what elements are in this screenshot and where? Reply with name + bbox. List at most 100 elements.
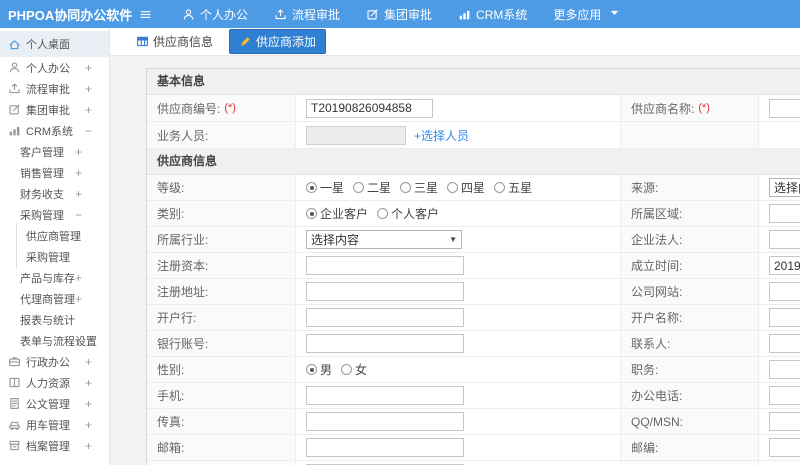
form-field-cell	[759, 331, 800, 356]
category-radio-option[interactable]: 个人客户	[377, 205, 439, 222]
sidebar-item-reports-stats[interactable]: 报表与统计	[0, 309, 109, 330]
industry-select[interactable]: 选择内容 ▼	[306, 230, 462, 249]
sidebar-item-desktop[interactable]: 个人桌面	[0, 31, 109, 57]
qq-msn-input[interactable]	[769, 412, 800, 431]
radio-label: 五星	[508, 181, 533, 195]
expand-icon[interactable]: +	[75, 187, 82, 201]
sidebar-item-workflow-approval[interactable]: 流程审批 +	[0, 78, 109, 99]
expand-icon[interactable]: +	[85, 439, 92, 453]
expand-icon[interactable]: +	[75, 271, 82, 285]
sidebar-item-purchase-mgmt[interactable]: 采购管理 −	[0, 204, 109, 225]
sidebar-item-archive-mgmt[interactable]: 档案管理 +	[0, 435, 109, 456]
menu-toggle[interactable]	[132, 8, 158, 21]
topnav-item-personal-office[interactable]: 个人办公	[182, 6, 248, 23]
expand-icon[interactable]: +	[75, 292, 82, 306]
level-radio-option[interactable]: 一星	[306, 179, 344, 196]
expand-icon[interactable]: +	[75, 334, 82, 348]
collapse-icon[interactable]: −	[75, 208, 82, 222]
office-phone-input[interactable]	[769, 386, 800, 405]
supplier-code-input[interactable]	[306, 98, 433, 118]
sidebar-item-crm-system[interactable]: CRM系统 −	[0, 120, 109, 141]
level-radio-option[interactable]: 三星	[400, 179, 438, 196]
level-radio-option[interactable]: 二星	[353, 179, 391, 196]
website-input[interactable]	[769, 282, 800, 301]
level-radio-option[interactable]: 四星	[447, 179, 485, 196]
expand-icon[interactable]: +	[85, 82, 92, 96]
registered-address-input[interactable]	[306, 282, 464, 301]
zip-input[interactable]	[769, 438, 800, 457]
founded-date-input[interactable]	[769, 256, 800, 275]
expand-icon[interactable]: +	[85, 397, 92, 411]
expand-icon[interactable]: +	[85, 418, 92, 432]
sidebar-item-customer-mgmt[interactable]: 客户管理 +	[0, 141, 109, 162]
form-label-cell	[621, 461, 759, 465]
bank-input[interactable]	[306, 308, 464, 327]
account-name-input[interactable]	[769, 308, 800, 327]
field-label: 供应商编号:	[157, 101, 221, 116]
expand-icon[interactable]: +	[85, 61, 92, 75]
email-input[interactable]	[306, 438, 464, 457]
sidebar-item-admin-office[interactable]: 行政办公 +	[0, 351, 109, 372]
topnav-item-crm-system[interactable]: CRM系统	[458, 6, 527, 23]
radio-label: 三星	[414, 181, 439, 195]
form-row: 业务人员: +选择人员	[147, 122, 800, 149]
staff-input[interactable]	[306, 125, 406, 145]
sidebar-item-sales-mgmt[interactable]: 销售管理 +	[0, 162, 109, 183]
level-radio-option[interactable]: 五星	[494, 179, 532, 196]
radio-label: 二星	[367, 181, 392, 195]
sidebar-item-personal-office[interactable]: 个人办公 +	[0, 57, 109, 78]
form-label-cell: 职务:	[621, 357, 759, 382]
mobile-input[interactable]	[306, 386, 464, 405]
sidebar-item-human-resources[interactable]: 人力资源 +	[0, 372, 109, 393]
gender-radio-option[interactable]: 男	[306, 361, 332, 378]
sidebar: 个人桌面 个人办公 + 流程审批 + 集团审批 + CRM系统 − 客户管理 + 销售管理 + 财务收支 +…	[0, 28, 110, 465]
job-title-input[interactable]	[769, 360, 800, 379]
topnav-item-workflow-approval[interactable]: 流程审批	[274, 6, 340, 23]
tab-supplier-add[interactable]: 供应商添加	[229, 29, 327, 54]
tab-supplier-info[interactable]: 供应商信息	[130, 30, 219, 53]
sidebar-item-finance[interactable]: 财务收支 +	[0, 183, 109, 204]
form-label-cell: 银行账号:	[147, 331, 296, 356]
contact-input[interactable]	[769, 334, 800, 353]
expand-icon[interactable]: +	[75, 166, 82, 180]
form-row: 传真: QQ/MSN:	[147, 409, 800, 435]
sidebar-item-agent-mgmt[interactable]: 代理商管理 +	[0, 288, 109, 309]
expand-icon[interactable]: +	[75, 145, 82, 159]
collapse-icon[interactable]: −	[85, 124, 92, 138]
sidebar-item-form-workflow-settings[interactable]: 表单与流程设置 +	[0, 330, 109, 351]
pick-person-link[interactable]: +选择人员	[414, 127, 469, 144]
sidebar-item-vehicle-mgmt[interactable]: 用车管理 +	[0, 414, 109, 435]
supplier-name-input[interactable]	[769, 98, 800, 118]
expand-icon[interactable]: +	[85, 103, 92, 117]
app-logo: PHPOA协同办公软件	[8, 7, 133, 23]
sidebar-item-label: 用车管理	[26, 419, 70, 432]
fax-input[interactable]	[306, 412, 464, 431]
form-section: 供应商信息等级:一星二星三星四星五星来源:选择内容▼类别:企业客户个人客户所属区…	[147, 149, 800, 465]
topnav-item-more-apps[interactable]: 更多应用	[553, 6, 621, 23]
form-label-cell: 企业法人:	[621, 227, 759, 252]
registered-capital-input[interactable]	[306, 256, 464, 275]
field-label: 手机:	[157, 389, 185, 403]
form-row: 性别: 男女职务:	[147, 357, 800, 383]
category-radio-option[interactable]: 企业客户	[306, 205, 368, 222]
form-row: 所属行业: 选择内容 ▼ 企业法人:	[147, 227, 800, 253]
legal-person-input[interactable]	[769, 230, 800, 249]
sidebar-item-label: CRM系统	[26, 125, 74, 138]
source-select[interactable]: 选择内容▼	[769, 178, 800, 197]
field-label: 注册地址:	[157, 285, 209, 299]
sidebar-item-group-approval[interactable]: 集团审批 +	[0, 99, 109, 120]
bank-account-input[interactable]	[306, 334, 464, 353]
sidebar-item-supplier-mgmt[interactable]: 供应商管理	[0, 223, 109, 248]
region-input[interactable]	[769, 204, 800, 223]
sidebar-item-label: 采购管理	[20, 209, 64, 222]
topnav-item-group-approval[interactable]: 集团审批	[366, 6, 432, 23]
form-field-cell: 选择内容 ▼	[296, 227, 621, 252]
form-row: 类别: 企业客户 个人客户 所属区域:	[147, 201, 800, 227]
expand-icon[interactable]: +	[85, 355, 92, 369]
sidebar-item-product-inventory[interactable]: 产品与库存 +	[0, 267, 109, 288]
field-label: 邮编:	[631, 441, 659, 455]
sidebar-item-document-mgmt[interactable]: 公文管理 +	[0, 393, 109, 414]
sidebar-item-purchase-mgmt-sub[interactable]: 采购管理	[0, 244, 109, 269]
expand-icon[interactable]: +	[85, 376, 92, 390]
gender-radio-option[interactable]: 女	[341, 361, 367, 378]
